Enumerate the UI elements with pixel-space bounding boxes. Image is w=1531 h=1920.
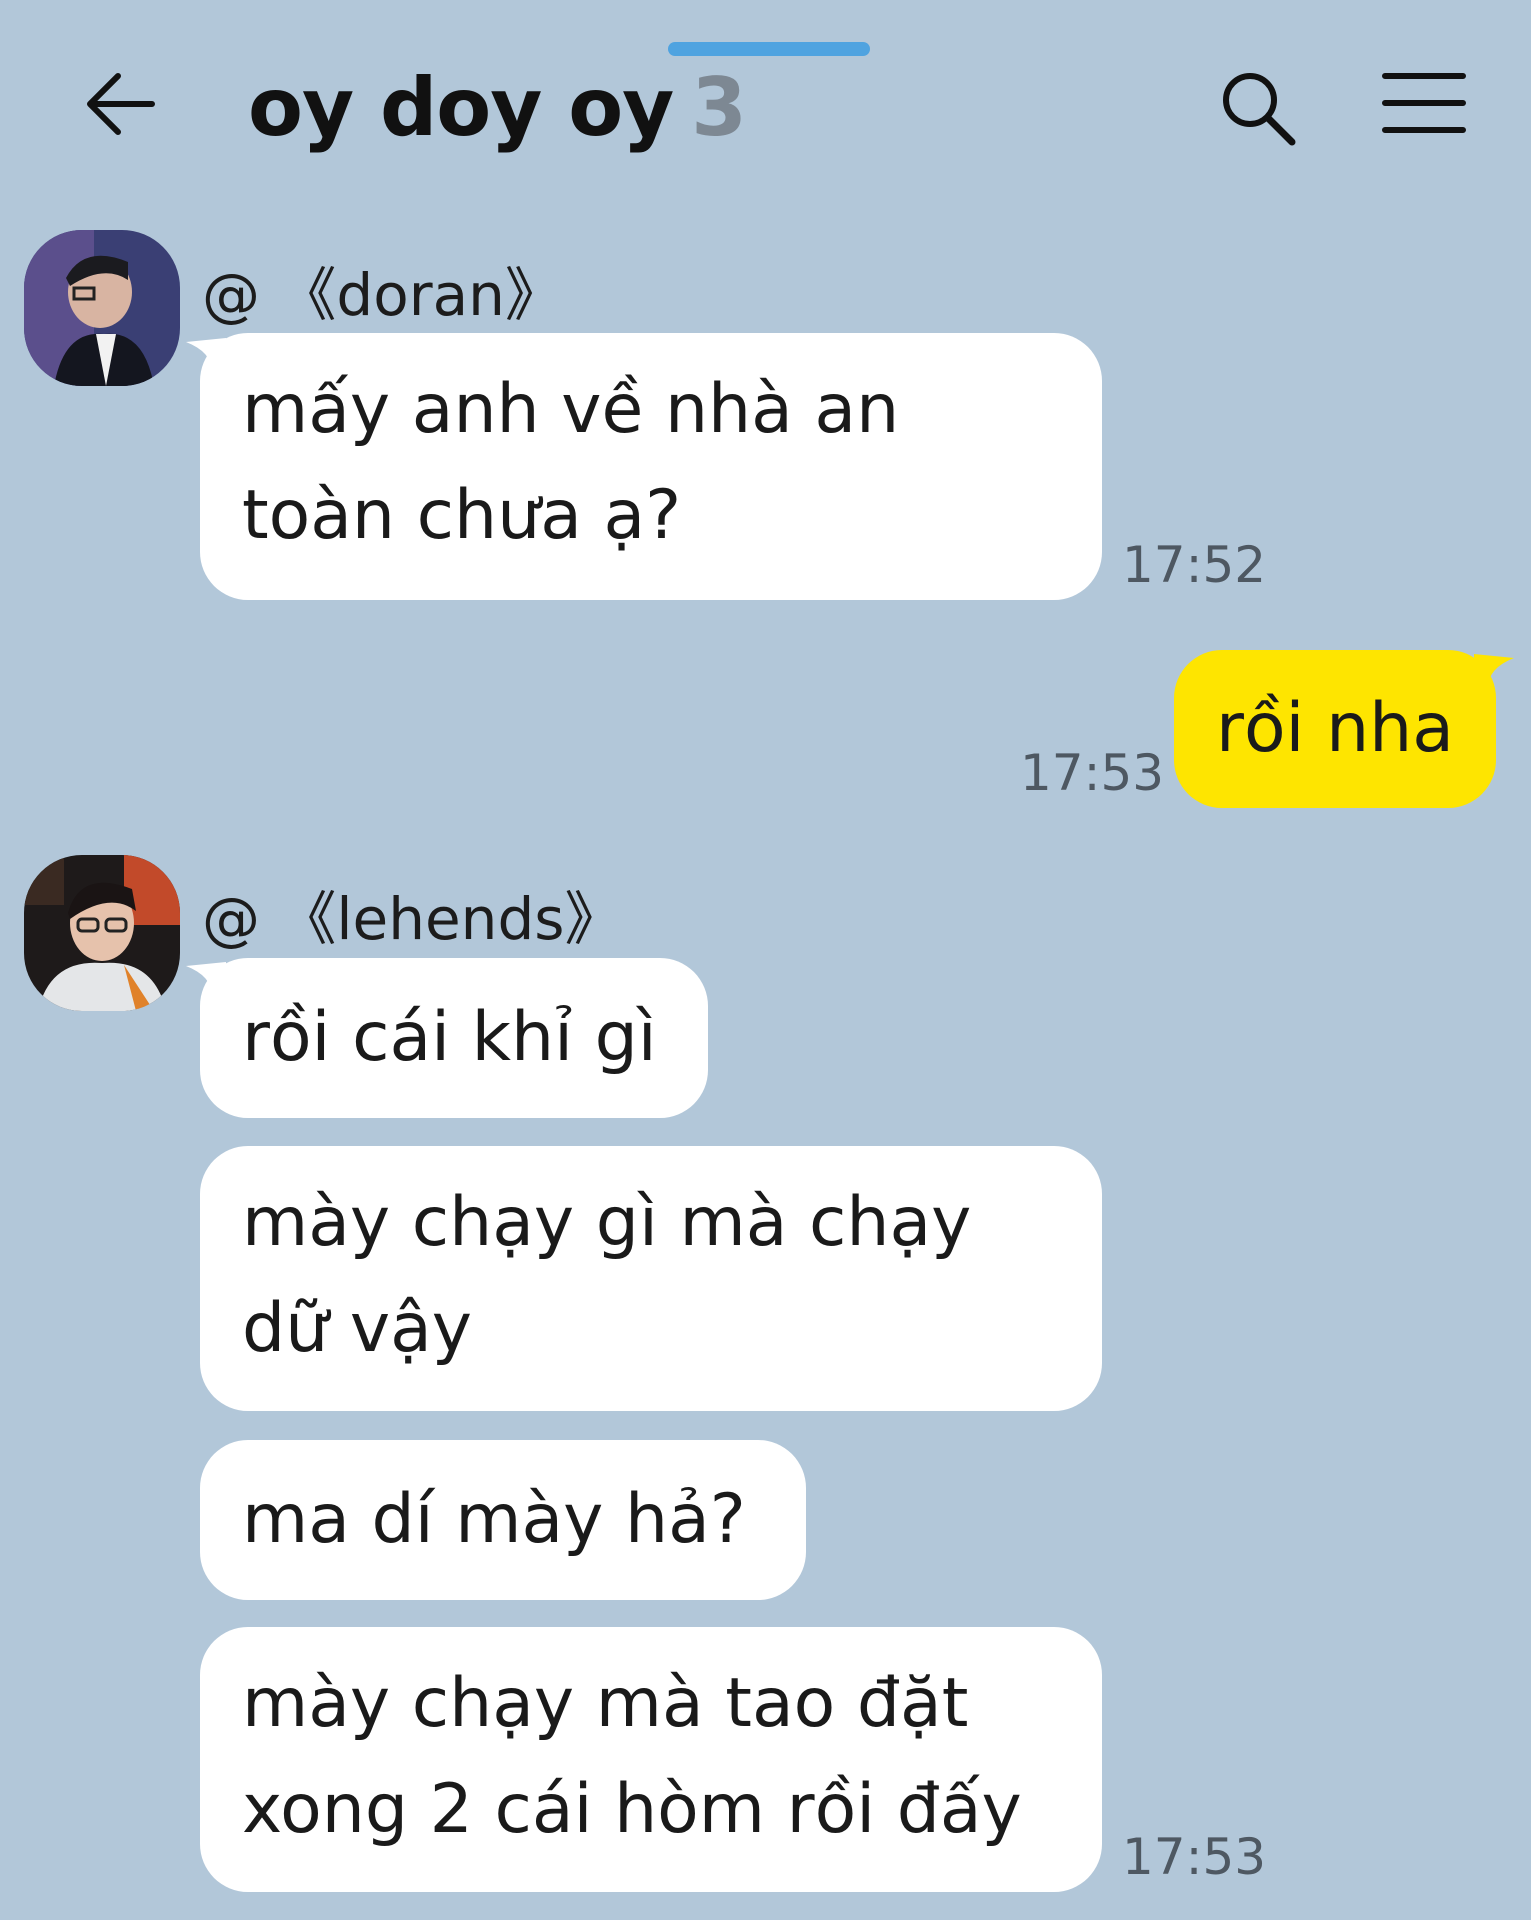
menu-icon[interactable] — [1382, 70, 1466, 136]
member-count: 3 — [691, 61, 747, 154]
message-time: 17:53 — [1020, 744, 1165, 802]
avatar-lehends[interactable] — [24, 855, 180, 1011]
message-time: 17:52 — [1122, 536, 1267, 594]
message-bubble[interactable]: rồi cái khỉ gì — [200, 958, 708, 1118]
chat-name: oy doy oy — [248, 61, 674, 154]
sender-name: @ 《doran》 — [202, 261, 563, 329]
sender-name: @ 《lehends》 — [202, 885, 623, 953]
message-bubble[interactable]: mày chạy gì mà chạy dữ vậy — [200, 1146, 1102, 1411]
message-line: mày chạy mà tao đặt — [242, 1664, 969, 1743]
message-line: mày chạy gì mà chạy — [242, 1183, 972, 1262]
message-line: xong 2 cái hòm rồi đấy — [242, 1770, 1022, 1849]
message-line: dữ vậy — [242, 1289, 473, 1368]
chat-header: oy doy oy 3 — [0, 0, 1531, 200]
message-line: mấy anh về nhà an — [242, 370, 900, 449]
message-bubble[interactable]: mấy anh về nhà an toàn chưa ạ? — [200, 333, 1102, 600]
back-arrow-icon[interactable] — [82, 68, 162, 140]
avatar-doran[interactable] — [24, 230, 180, 386]
chat-title: oy doy oy 3 — [248, 58, 747, 158]
outgoing-message-bubble[interactable]: rồi nha — [1174, 650, 1496, 808]
message-line: rồi cái khỉ gì — [242, 998, 657, 1077]
message-line: toàn chưa ạ? — [242, 476, 682, 555]
message-bubble[interactable]: mày chạy mà tao đặt xong 2 cái hòm rồi đ… — [200, 1627, 1102, 1892]
message-line: ma dí mày hả? — [242, 1480, 746, 1559]
message-time: 17:53 — [1122, 1828, 1267, 1886]
bubble-tail — [1474, 654, 1514, 688]
message-line: rồi nha — [1216, 689, 1454, 768]
message-bubble[interactable]: ma dí mày hả? — [200, 1440, 806, 1600]
search-icon[interactable] — [1218, 68, 1298, 148]
